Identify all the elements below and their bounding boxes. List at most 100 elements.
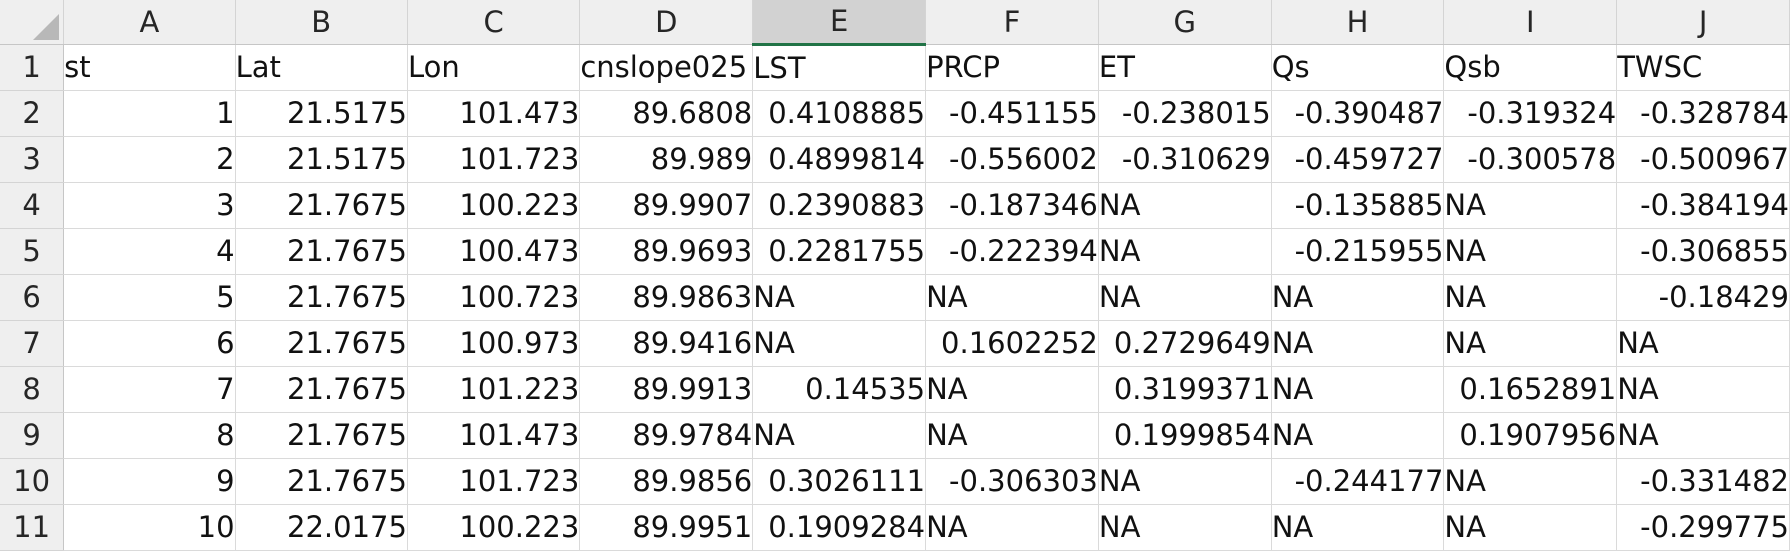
cell-c2[interactable]: 101.473 [407,90,581,137]
cell-j6[interactable]: -0.18429 [1616,274,1790,321]
cell-g8[interactable]: 0.3199371 [1098,366,1272,413]
cell-i7[interactable]: NA [1443,320,1618,367]
cell-j10[interactable]: -0.331482 [1616,458,1790,505]
cell-h5[interactable]: -0.215955 [1271,228,1445,275]
cell-d1[interactable]: cnslope025 [579,44,754,91]
cell-b8[interactable]: 21.7675 [235,366,408,413]
cell-c8[interactable]: 101.223 [407,366,581,413]
column-header-j[interactable]: J [1616,0,1790,45]
cell-a7[interactable]: 6 [63,320,236,367]
cell-f3[interactable]: -0.556002 [925,136,1099,183]
cell-h8[interactable]: NA [1271,366,1445,413]
cell-g5[interactable]: NA [1098,228,1272,275]
cell-i5[interactable]: NA [1443,228,1618,275]
cell-c1[interactable]: Lon [407,44,581,91]
cell-c11[interactable]: 100.223 [407,504,581,551]
cell-e2[interactable]: 0.4108885 [752,90,927,137]
cell-i9[interactable]: 0.1907956 [1443,412,1618,459]
cell-g3[interactable]: -0.310629 [1098,136,1272,183]
cell-a10[interactable]: 9 [63,458,236,505]
cell-e4[interactable]: 0.2390883 [752,182,927,229]
cell-h9[interactable]: NA [1271,412,1445,459]
cell-g9[interactable]: 0.1999854 [1098,412,1272,459]
cell-i1[interactable]: Qsb [1443,44,1618,91]
cell-i4[interactable]: NA [1443,182,1618,229]
cell-f4[interactable]: -0.187346 [925,182,1099,229]
cell-a11[interactable]: 10 [63,504,236,551]
cell-f2[interactable]: -0.451155 [925,90,1099,137]
cell-c10[interactable]: 101.723 [407,458,581,505]
cell-f1[interactable]: PRCP [925,44,1099,91]
column-header-b[interactable]: B [235,0,408,45]
cell-b11[interactable]: 22.0175 [235,504,408,551]
cell-f7[interactable]: 0.1602252 [925,320,1099,367]
cell-f8[interactable]: NA [925,366,1099,413]
column-header-h[interactable]: H [1271,0,1445,45]
cell-j5[interactable]: -0.306855 [1616,228,1790,275]
cell-a4[interactable]: 3 [63,182,236,229]
row-header-11[interactable]: 11 [0,504,65,551]
cell-d7[interactable]: 89.9416 [579,320,754,367]
cell-a5[interactable]: 4 [63,228,236,275]
cell-d11[interactable]: 89.9951 [579,504,754,551]
cell-g11[interactable]: NA [1098,504,1272,551]
column-header-c[interactable]: C [407,0,581,45]
cell-i6[interactable]: NA [1443,274,1618,321]
cell-a6[interactable]: 5 [63,274,236,321]
cell-j8[interactable]: NA [1616,366,1790,413]
cell-j4[interactable]: -0.384194 [1616,182,1790,229]
cell-h1[interactable]: Qs [1271,44,1445,91]
cell-e5[interactable]: 0.2281755 [752,228,927,275]
cell-j3[interactable]: -0.500967 [1616,136,1790,183]
column-header-e[interactable]: E [752,0,927,46]
cell-g2[interactable]: -0.238015 [1098,90,1272,137]
cell-c6[interactable]: 100.723 [407,274,581,321]
cell-j7[interactable]: NA [1616,320,1790,367]
cell-b6[interactable]: 21.7675 [235,274,408,321]
row-header-3[interactable]: 3 [0,136,65,183]
cell-a9[interactable]: 8 [63,412,236,459]
cell-b10[interactable]: 21.7675 [235,458,408,505]
cell-b3[interactable]: 21.5175 [235,136,408,183]
row-header-7[interactable]: 7 [0,320,65,367]
cell-d2[interactable]: 89.6808 [579,90,754,137]
cell-h3[interactable]: -0.459727 [1271,136,1445,183]
column-header-a[interactable]: A [63,0,236,45]
column-header-d[interactable]: D [579,0,754,45]
cell-g1[interactable]: ET [1098,44,1272,91]
cell-e6[interactable]: NA [752,274,927,321]
column-header-i[interactable]: I [1443,0,1618,45]
cell-d3[interactable]: 89.989 [579,136,754,183]
cell-f10[interactable]: -0.306303 [925,458,1099,505]
cell-h6[interactable]: NA [1271,274,1445,321]
cell-g10[interactable]: NA [1098,458,1272,505]
cell-j11[interactable]: -0.299775 [1616,504,1790,551]
cell-i2[interactable]: -0.319324 [1443,90,1618,137]
cell-b4[interactable]: 21.7675 [235,182,408,229]
cell-e8[interactable]: 0.14535 [752,366,927,413]
cell-e1[interactable]: LST [752,44,927,91]
cell-d4[interactable]: 89.9907 [579,182,754,229]
row-header-4[interactable]: 4 [0,182,65,229]
column-header-f[interactable]: F [925,0,1099,45]
cell-e10[interactable]: 0.3026111 [752,458,927,505]
cell-g6[interactable]: NA [1098,274,1272,321]
cell-e11[interactable]: 0.1909284 [752,504,927,551]
cell-a2[interactable]: 1 [63,90,236,137]
cell-j2[interactable]: -0.328784 [1616,90,1790,137]
row-header-8[interactable]: 8 [0,366,65,413]
cell-j1[interactable]: TWSC [1616,44,1790,91]
cell-b1[interactable]: Lat [235,44,408,91]
row-header-10[interactable]: 10 [0,458,65,505]
select-all-button[interactable] [0,0,65,45]
cell-f9[interactable]: NA [925,412,1099,459]
cell-b7[interactable]: 21.7675 [235,320,408,367]
cell-f5[interactable]: -0.222394 [925,228,1099,275]
cell-h2[interactable]: -0.390487 [1271,90,1445,137]
cell-i11[interactable]: NA [1443,504,1618,551]
cell-j9[interactable]: NA [1616,412,1790,459]
cell-b5[interactable]: 21.7675 [235,228,408,275]
cell-i10[interactable]: NA [1443,458,1618,505]
cell-c7[interactable]: 100.973 [407,320,581,367]
cell-d8[interactable]: 89.9913 [579,366,754,413]
